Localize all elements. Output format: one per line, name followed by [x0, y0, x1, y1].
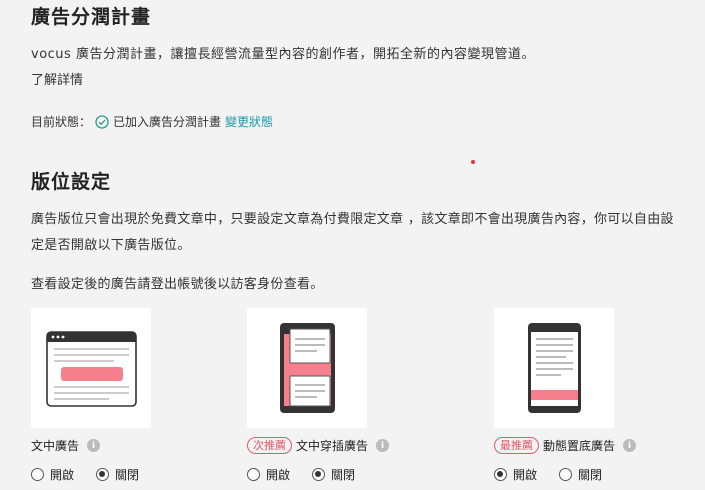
status-value: 已加入廣告分潤計畫: [113, 115, 222, 129]
recommend-badge: 次推薦: [247, 437, 292, 454]
interstitial-on-radio[interactable]: 開啟: [247, 466, 290, 483]
change-status-link[interactable]: 變更狀態: [225, 113, 273, 130]
placement-note: 查看設定後的廣告請登出帳號後以訪客身份查看。: [31, 277, 324, 292]
interstitial-ad-illustration: [247, 308, 367, 428]
ad-card-sticky-bottom: 最推薦 動態置底廣告 i 開啟 關閉: [494, 308, 705, 482]
in-article-ad-illustration: [31, 308, 151, 428]
sticky-bottom-ad-illustration: [494, 308, 614, 428]
info-icon[interactable]: i: [376, 439, 390, 452]
placement-title: 版位設定: [31, 171, 112, 193]
ad-name: 文中廣告: [31, 439, 80, 453]
in-article-off-radio[interactable]: 關閉: [96, 466, 139, 483]
decorative-dot: [471, 160, 475, 164]
sticky-bottom-off-radio[interactable]: 關閉: [559, 466, 602, 483]
learn-more-link[interactable]: 了解詳情: [31, 69, 83, 88]
recommend-badge: 最推薦: [494, 437, 539, 454]
ad-name: 動態置底廣告: [543, 439, 616, 453]
ad-card-in-article: 文中廣告 i 開啟 關閉: [31, 308, 261, 482]
program-description: vocus 廣告分潤計畫，讓擅長經營流量型內容的創作者，開拓全新的內容變現管道。: [31, 47, 535, 62]
program-status: 目前狀態： 已加入廣告分潤計畫 變更狀態: [31, 113, 273, 130]
info-icon[interactable]: i: [623, 439, 637, 452]
check-circle-icon: [95, 114, 109, 129]
sticky-bottom-on-radio[interactable]: 開啟: [494, 466, 537, 483]
program-title: 廣告分潤計畫: [31, 6, 152, 28]
ad-card-interstitial: 次推薦 文中穿插廣告 i 開啟 關閉: [247, 308, 477, 482]
info-icon[interactable]: i: [87, 439, 101, 452]
placement-description: 廣告版位只會出現於免費文章中，只要設定文章為付費限定文章 ，該文章即不會出現廣告…: [31, 212, 674, 253]
ad-name: 文中穿插廣告: [296, 439, 369, 453]
interstitial-off-radio[interactable]: 關閉: [312, 466, 355, 483]
in-article-on-radio[interactable]: 開啟: [31, 466, 74, 483]
status-label: 目前狀態：: [31, 115, 92, 129]
